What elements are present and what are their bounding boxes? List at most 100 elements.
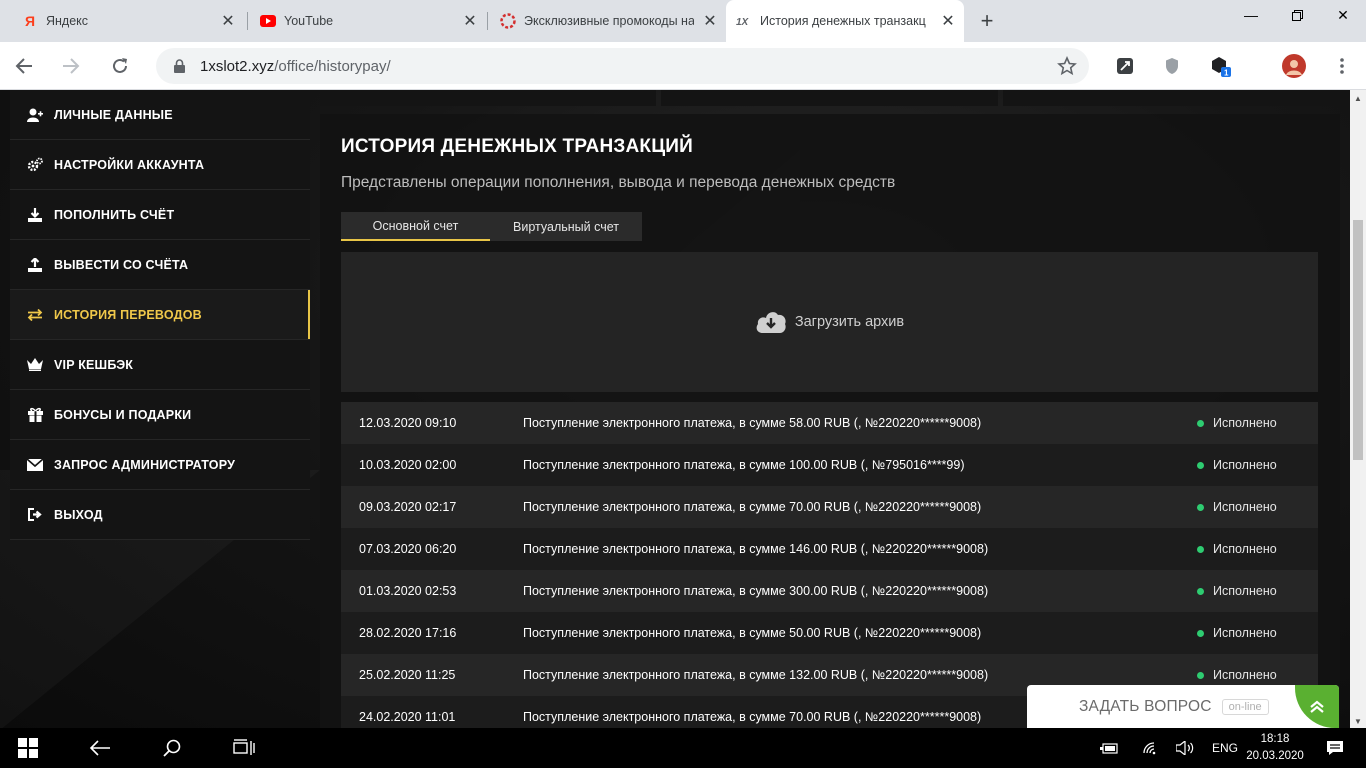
page-scrollbar[interactable]: ▲ ▼ [1350,90,1366,728]
page-content: ЛИЧНЫЕ ДАННЫЕ НАСТРОЙКИ АККАУНТА ПОПОЛНИ… [0,90,1366,728]
transaction-status: Исполнено [1197,458,1277,472]
tab-separator [487,12,488,30]
windows-start-icon[interactable] [4,728,52,768]
tab-title: Эксклюзивные промокоды на [524,14,694,28]
scroll-down-arrow-icon[interactable]: ▼ [1354,717,1362,726]
sidebar-item-label: ПОПОЛНИТЬ СЧЁТ [54,207,175,222]
status-dot-icon [1197,587,1204,595]
transaction-date: 09.03.2020 02:17 [359,500,457,514]
notifications-icon[interactable] [1318,728,1352,768]
browser-tab-promo[interactable]: Эксклюзивные промокоды на ✕ [490,0,726,42]
volume-icon[interactable] [1172,728,1198,768]
clock-time: 18:18 [1260,733,1290,745]
account-sidebar: ЛИЧНЫЕ ДАННЫЕ НАСТРОЙКИ АККАУНТА ПОПОЛНИ… [10,90,310,540]
sidebar-item-admin-request[interactable]: ЗАПРОС АДМИНИСТРАТОРУ [10,440,310,490]
restore-button[interactable] [1274,0,1320,30]
sidebar-item-label: ВЫХОД [54,507,103,522]
shield-extension-icon[interactable] [1158,52,1186,80]
sidebar-item-withdraw[interactable]: ВЫВЕСТИ СО СЧЁТА [10,240,310,290]
scroll-up-arrow-icon[interactable]: ▲ [1354,94,1362,103]
table-row: 12.03.2020 09:10 Поступление электронног… [341,402,1318,444]
sidebar-item-account-settings[interactable]: НАСТРОЙКИ АККАУНТА [10,140,310,190]
network-icon[interactable] [1138,728,1164,768]
battery-icon[interactable] [1096,728,1122,768]
transaction-description: Поступление электронного платежа, в сумм… [523,584,989,598]
transaction-date: 25.02.2020 11:25 [359,668,456,682]
sidebar-item-transfer-history[interactable]: ИСТОРИЯ ПЕРЕВОДОВ [10,290,310,340]
back-button[interactable] [8,50,40,82]
table-row: 07.03.2020 06:20 Поступление электронног… [341,528,1318,570]
svg-text:Я: Я [25,13,35,29]
sidebar-item-deposit[interactable]: ПОПОЛНИТЬ СЧЁТ [10,190,310,240]
sidebar-item-vip-cashback[interactable]: VIP КЕШБЭК [10,340,310,390]
transaction-description: Поступление электронного платежа, в сумм… [523,668,989,682]
scrollbar-thumb[interactable] [1353,220,1363,460]
close-icon[interactable]: ✕ [460,11,480,31]
chevron-up-icon[interactable] [1295,685,1339,728]
windows-taskbar: ENG 18:18 20.03.2020 [0,728,1366,768]
reload-button[interactable] [104,50,136,82]
transactions-panel: ИСТОРИЯ ДЕНЕЖНЫХ ТРАНЗАКЦИЙ Представлены… [320,114,1340,728]
browser-tab-yandex[interactable]: Я Яндекс ✕ [8,0,244,42]
ask-question-label: ЗАДАТЬ ВОПРОС [1079,697,1212,715]
task-view-icon[interactable] [220,728,268,768]
status-text: Исполнено [1213,668,1277,682]
sidebar-item-label: VIP КЕШБЭК [54,357,134,372]
transaction-description: Поступление электронного платежа, в сумм… [523,500,982,514]
transaction-date: 01.03.2020 02:53 [359,584,457,598]
transaction-date: 10.03.2020 02:00 [359,458,457,472]
tab-main-account[interactable]: Основной счет [341,212,490,241]
system-clock[interactable]: 18:18 20.03.2020 [1242,731,1308,765]
status-dot-icon [1197,503,1204,511]
page-title: ИСТОРИЯ ДЕНЕЖНЫХ ТРАНЗАКЦИЙ [341,136,693,157]
ask-question-widget[interactable]: ЗАДАТЬ ВОПРОС on-line [1027,685,1339,728]
browser-tab-history[interactable]: 1X История денежных транзакц ✕ [726,0,964,42]
top-card [1003,90,1340,106]
url-text: 1xslot2.xyz/office/historypay/ [200,58,391,75]
user-icon [26,106,44,124]
archive-label: Загрузить архив [794,314,905,330]
menu-kebab-icon[interactable] [1328,52,1356,80]
sidebar-item-logout[interactable]: ВЫХОД [10,490,310,540]
table-row: 09.03.2020 02:17 Поступление электронног… [341,486,1318,528]
upload-icon [26,256,44,274]
sidebar-item-bonuses[interactable]: БОНУСЫ И ПОДАРКИ [10,390,310,440]
minimize-button[interactable]: — [1228,0,1274,30]
browser-tab-youtube[interactable]: YouTube ✕ [250,0,486,42]
transaction-description: Поступление электронного платежа, в сумм… [523,710,982,724]
tab-title: История денежных транзакц [760,14,926,28]
url-host: 1xslot2.xyz [200,57,275,75]
forward-button[interactable] [55,50,87,82]
close-window-button[interactable]: ✕ [1320,0,1366,30]
browser-toolbar: 1xslot2.xyz/office/historypay/ 1 [0,42,1366,90]
close-icon[interactable]: ✕ [218,11,238,31]
sidebar-item-label: НАСТРОЙКИ АККАУНТА [54,157,205,172]
transfer-arrows-icon [26,306,44,324]
sidebar-item-personal-data[interactable]: ЛИЧНЫЕ ДАННЫЕ [10,90,310,140]
box-extension-icon[interactable]: 1 [1206,52,1234,80]
envelope-icon [26,456,44,474]
close-icon[interactable]: ✕ [700,11,720,31]
online-badge: on-line [1221,698,1269,715]
transaction-description: Поступление электронного платежа, в сумм… [523,542,989,556]
tab-title: YouTube [284,14,334,28]
back-arrow-icon[interactable] [76,728,124,768]
language-indicator[interactable]: ENG [1206,728,1244,768]
address-bar[interactable]: 1xslot2.xyz/office/historypay/ [156,48,1089,84]
new-tab-button[interactable]: + [974,8,1000,33]
close-icon[interactable]: ✕ [938,11,958,31]
page-subtitle: Представлены операции пополнения, вывода… [341,174,896,191]
gears-icon [26,156,44,174]
transaction-date: 28.02.2020 17:16 [359,626,457,640]
search-icon[interactable] [148,728,196,768]
transaction-status: Исполнено [1197,416,1277,430]
extension-icon[interactable] [1111,52,1139,80]
download-archive-button[interactable]: Загрузить архив [341,252,1318,392]
transaction-status: Исполнено [1197,584,1277,598]
status-dot-icon [1197,671,1204,679]
bookmark-star-icon[interactable] [1057,55,1077,76]
status-dot-icon [1197,419,1204,427]
avatar[interactable] [1280,52,1308,80]
tab-virtual-account[interactable]: Виртуальный счет [490,212,642,241]
url-path: /office/historypay/ [274,57,391,75]
